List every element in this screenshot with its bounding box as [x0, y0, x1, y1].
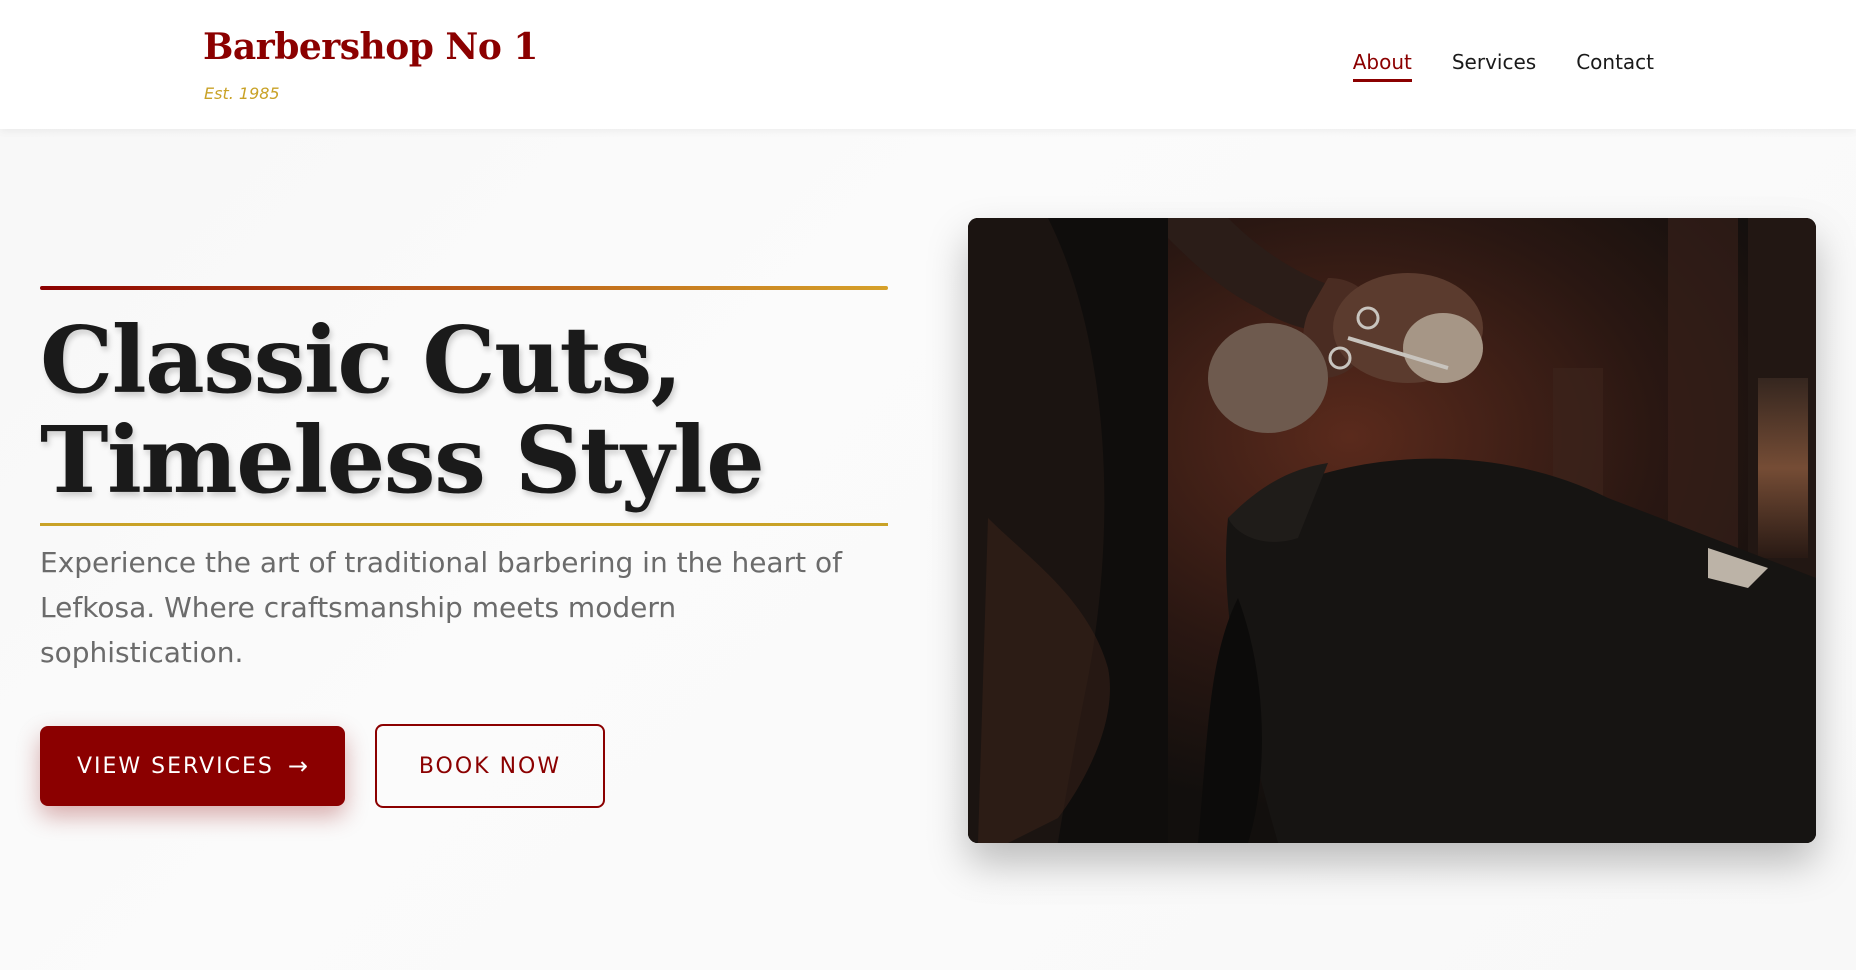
- book-now-button[interactable]: BOOK NOW: [375, 724, 605, 808]
- hero-barber-photo: [968, 218, 1816, 843]
- brand-tagline: Est. 1985: [204, 84, 280, 103]
- nav-item-services[interactable]: Services: [1452, 50, 1536, 80]
- main-nav: About Services Contact: [1352, 50, 1654, 82]
- barber-photo-illustration: [968, 218, 1816, 843]
- hero-title: Classic Cuts, Timeless Style: [40, 306, 765, 514]
- site-header: Barbershop No 1 Est. 1985 About Services…: [0, 0, 1856, 129]
- hero-bottom-divider: [40, 523, 888, 526]
- view-services-button[interactable]: VIEW SERVICES →: [40, 726, 345, 806]
- hero-top-divider: [40, 286, 888, 290]
- arrow-right-icon: →: [287, 752, 308, 780]
- hero-description: Experience the art of traditional barber…: [40, 546, 842, 669]
- hero-title-line-1: Classic Cuts,: [40, 306, 683, 414]
- hero-title-line-2: Timeless Style: [40, 406, 765, 514]
- book-now-label: BOOK NOW: [418, 753, 562, 779]
- brand-name[interactable]: Barbershop No 1: [203, 26, 538, 68]
- view-services-label: VIEW SERVICES: [76, 753, 274, 779]
- nav-item-about[interactable]: About: [1352, 50, 1412, 82]
- nav-item-contact[interactable]: Contact: [1576, 50, 1654, 80]
